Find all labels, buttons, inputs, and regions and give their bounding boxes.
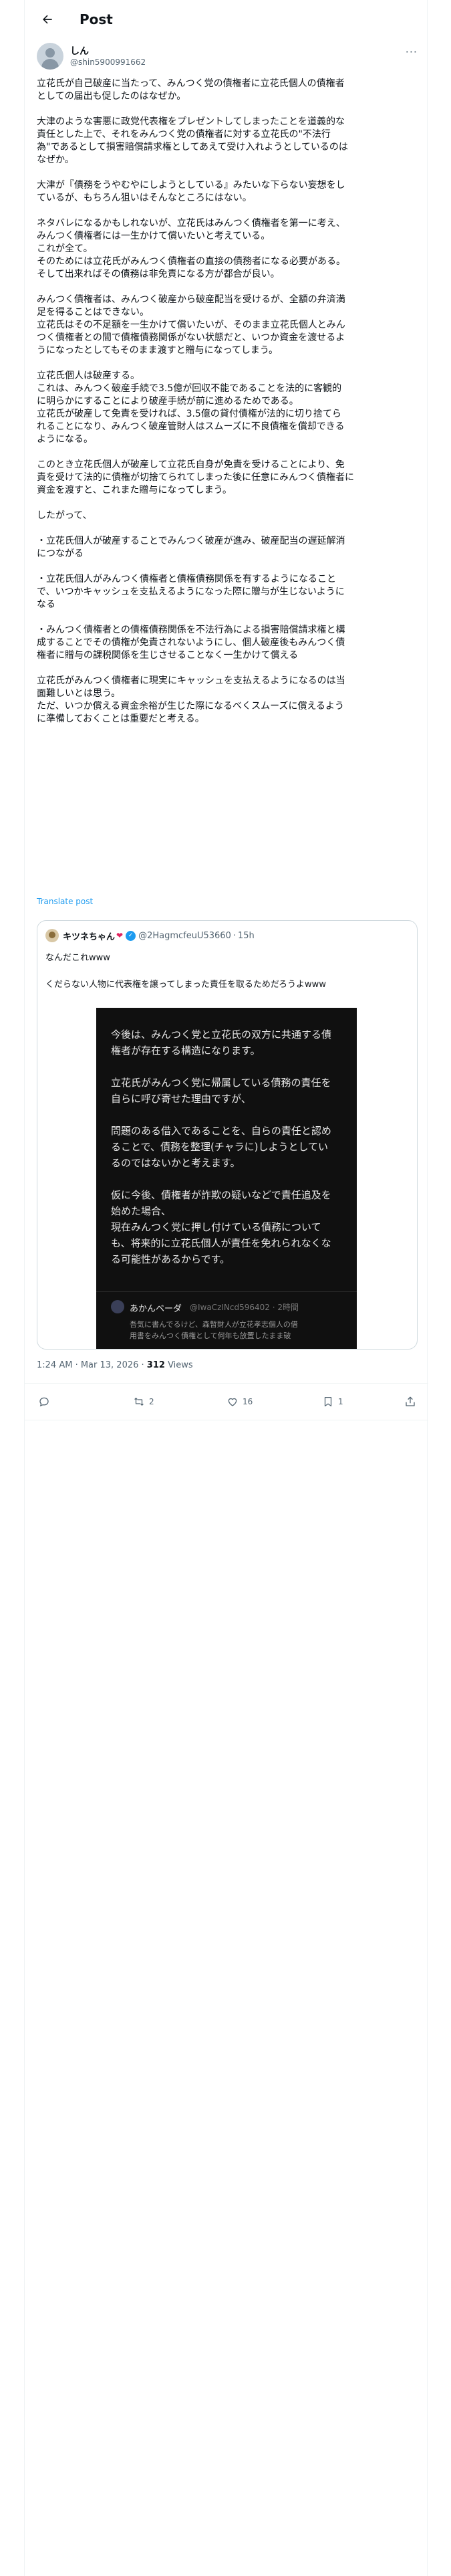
quoted-post-header: キツネちゃん ❤ ✓ @2HagmcfeuU53660 · 15h — [45, 929, 255, 942]
embedded-avatar — [111, 1300, 124, 1313]
embedded-author-name: あかんベーダ — [130, 1304, 182, 1314]
post-meta: 1:24 AM · Mar 13, 2026 · 312 Views — [37, 1360, 193, 1370]
quoted-screenshot-image[interactable]: 今後は、みんつく党と立花氏の双方に共通する債 権者が存在する構造になります。 立… — [96, 1008, 357, 1349]
post-author: しん @shin5900991662 ··· — [37, 43, 418, 72]
quoted-text-line-1: なんだこれwww — [45, 953, 110, 963]
like-button[interactable]: 16 — [227, 1394, 253, 1409]
bookmark-button[interactable]: 1 — [322, 1394, 343, 1409]
bookmark-count: 1 — [338, 1397, 343, 1406]
post-detail-column: Post しん @shin5900991662 ··· 立花氏が自己破産に当たっ… — [24, 0, 428, 2576]
author-handle[interactable]: @shin5900991662 — [70, 58, 146, 67]
quoted-post-time: 15h — [237, 930, 255, 941]
reply-icon — [39, 1397, 49, 1407]
retweet-button[interactable]: 2 — [133, 1394, 154, 1409]
page-title: Post — [80, 11, 113, 27]
embedded-post: あかんベーダ @IwaCzINcd596402 · 2時間 吾気に書んでるけど、… — [96, 1291, 357, 1349]
retweet-count: 2 — [149, 1397, 154, 1406]
screenshot-text: 今後は、みんつく党と立花氏の双方に共通する債 権者が存在する構造になります。 立… — [111, 1029, 332, 1265]
more-options-button[interactable]: ··· — [406, 45, 418, 58]
embedded-author-meta: @IwaCzINcd596402 · 2時間 — [190, 1303, 299, 1312]
top-bar: Post — [25, 0, 427, 39]
post-text: 立花氏が自己破産に当たって、みんつく党の債権者に立花氏個人の債権者 としての届出… — [37, 78, 355, 724]
share-icon — [406, 1396, 415, 1406]
separator-dot: · — [233, 930, 236, 941]
views-label: Views — [164, 1360, 193, 1370]
arrow-left-icon — [43, 15, 52, 24]
action-bar: 2 16 1 — [25, 1383, 428, 1420]
heart-emoji-icon: ❤ — [116, 931, 124, 940]
share-button[interactable] — [404, 1394, 416, 1409]
back-button[interactable] — [38, 10, 57, 29]
verified-badge-icon: ✓ — [126, 930, 136, 941]
author-name[interactable]: しん — [70, 44, 89, 58]
embedded-post-text: 吾気に書んでるけど、森暫財人が立花孝志個人の借 用書をみんつく債権として何年も放… — [130, 1320, 298, 1340]
quoted-author-handle: @2HagmcfeuU53660 — [138, 930, 231, 941]
quoted-avatar — [45, 929, 59, 942]
like-count: 16 — [243, 1397, 253, 1406]
heart-icon — [228, 1398, 237, 1406]
reply-button[interactable] — [38, 1394, 54, 1409]
views-count: 312 — [146, 1360, 165, 1370]
avatar[interactable] — [37, 43, 63, 70]
retweet-icon — [134, 1398, 144, 1406]
quoted-text-line-2: くだらない人物に代表権を譲ってしまった責任を取るためだろうよwww — [45, 980, 326, 990]
quoted-post[interactable]: キツネちゃん ❤ ✓ @2HagmcfeuU53660 · 15h なんだこれw… — [37, 920, 418, 1350]
quoted-author-name: キツネちゃん — [63, 932, 116, 942]
bookmark-icon — [324, 1396, 332, 1407]
post-timestamp[interactable]: 1:24 AM · Mar 13, 2026 — [37, 1360, 138, 1370]
translate-post-link[interactable]: Translate post — [37, 897, 93, 906]
meta-separator: · — [138, 1360, 147, 1370]
